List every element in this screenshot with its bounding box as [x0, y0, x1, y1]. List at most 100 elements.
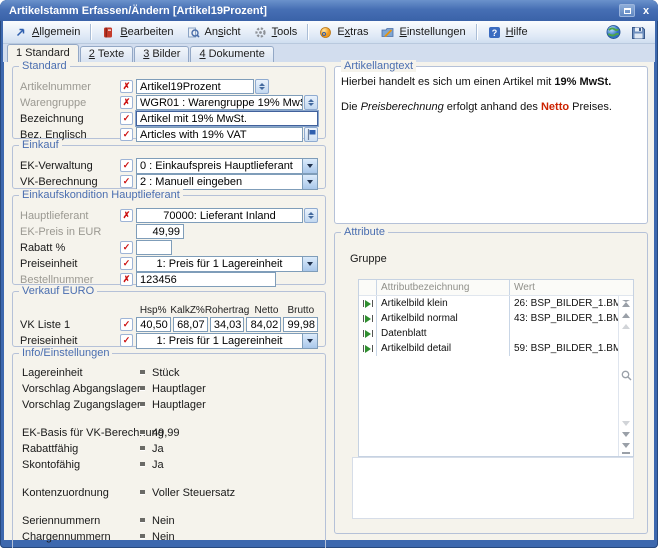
mandatory-x-icon[interactable] [120, 273, 133, 286]
vk-preiseinheit-dropdown[interactable]: 1: Preis für 1 Lagereinheit [136, 333, 318, 349]
bestellnummer-input[interactable]: 123456 [136, 272, 276, 287]
attributbezeichnung-header[interactable]: Attributbezeichnung [377, 280, 510, 295]
ek-verwaltung-dropdown[interactable]: 0 : Einkaufspreis Hauptlieferant [136, 158, 318, 174]
search-icon[interactable] [621, 370, 632, 381]
brutto-input[interactable]: 99,98 [283, 317, 318, 332]
lookup-spin-button[interactable] [304, 95, 318, 110]
vk-preiseinheit-label: Preiseinheit [20, 335, 120, 347]
bestellnummer-label: Bestellnummer [20, 274, 120, 286]
tab-texte[interactable]: 2 Texte [80, 46, 133, 62]
langtext-line2: Die Preisberechnung erfolgt anhand des N… [341, 100, 641, 115]
mandatory-x-icon[interactable] [120, 80, 133, 93]
mandatory-x-icon[interactable] [120, 96, 133, 109]
tools-gear-icon [253, 25, 268, 40]
kalkz-input[interactable]: 68,07 [173, 317, 208, 332]
group-standard: Standard Artikelnummer Artikel19Prozent … [12, 66, 326, 139]
attribute-row[interactable]: Datenblatt [359, 326, 633, 341]
ek-preis-input[interactable]: 49,99 [136, 224, 184, 239]
info-row: KontenzuordnungVoller Steuersatz [22, 486, 316, 499]
scroll-down-icon[interactable] [622, 432, 630, 441]
dropdown-button[interactable] [302, 159, 317, 173]
rohertrag-value: 34,03 [214, 319, 242, 331]
langtext-editor[interactable]: Hierbei handelt es sich um einen Artikel… [341, 73, 641, 115]
langtext-line1: Hierbei handelt es sich um einen Artikel… [341, 75, 641, 90]
info-gap [20, 414, 318, 426]
dropdown-button[interactable] [302, 257, 317, 271]
info-row: RabattfähigJa [22, 442, 316, 455]
bez-englisch-value: Articles with 19% VAT [140, 129, 247, 141]
vk-berechnung-dropdown[interactable]: 2 : Manuell eingeben [136, 174, 318, 190]
filled-check-icon[interactable] [120, 128, 133, 141]
dropdown-button[interactable] [302, 175, 317, 189]
save-icon[interactable] [631, 25, 646, 40]
bestellnummer-value: 123456 [140, 274, 177, 286]
bullet-icon [140, 430, 145, 435]
rabatt-input[interactable] [136, 240, 172, 255]
hsp-input[interactable]: 40,50 [136, 317, 171, 332]
menu-hilfe[interactable]: ? Hilfe [482, 23, 533, 42]
wert-header[interactable]: Wert [510, 280, 618, 295]
vk-header-kalkz: KalkZ% [170, 305, 204, 316]
filled-check-icon[interactable] [120, 112, 133, 125]
group-attribute: Attribute Gruppe Attributbezeichnung Wer… [334, 232, 648, 534]
scroll-up-icon[interactable] [622, 309, 630, 318]
warengruppe-label: Warengruppe [20, 97, 120, 109]
mandatory-x-icon[interactable] [120, 209, 133, 222]
bez-englisch-input[interactable]: Articles with 19% VAT [136, 127, 303, 142]
attribute-row[interactable]: Artikelbild klein 26: BSP_BILDER_1.BMP [359, 296, 633, 311]
filled-check-icon[interactable] [120, 257, 133, 270]
info-gap [20, 474, 318, 486]
vk-liste-label: VK Liste 1 [20, 319, 120, 331]
scroll-up-page-icon[interactable] [622, 320, 630, 329]
filled-check-icon[interactable] [120, 318, 133, 331]
tab-label: Standard [25, 47, 70, 59]
menu-label: Hilfe [506, 26, 528, 38]
info-row: ChargennummernNein [22, 530, 316, 543]
bullet-icon [140, 534, 145, 539]
filled-check-icon[interactable] [120, 175, 133, 188]
filled-check-icon[interactable] [120, 241, 133, 254]
dropdown-button[interactable] [302, 334, 317, 348]
tab-strip: 1 Standard 2 Texte 3 Bilder 4 Dokumente [3, 44, 655, 62]
bezeichnung-input[interactable]: Artikel mit 19% MwSt. [136, 111, 318, 126]
menu-extras[interactable]: Extras [313, 23, 373, 42]
menu-einstellungen[interactable]: Einstellungen [376, 23, 471, 42]
tab-dokumente[interactable]: 4 Dokumente [190, 46, 273, 62]
field-row: Hauptlieferant 70000: Lieferant Inland [20, 208, 318, 223]
lookup-spin-button[interactable] [255, 79, 269, 94]
menu-ansicht[interactable]: Ansicht [181, 23, 246, 42]
info-value: Hauptlager [152, 383, 206, 395]
preiseinheit-dropdown[interactable]: 1: Preis für 1 Lagereinheit [136, 256, 318, 272]
menu-bearbeiten[interactable]: Bearbeiten [96, 23, 178, 42]
netto-value: 84,02 [251, 319, 279, 331]
info-value: Hauptlager [152, 399, 206, 411]
hauptlieferant-input[interactable]: 70000: Lieferant Inland [136, 208, 303, 223]
attribute-detail-panel [352, 457, 634, 519]
table-scroll-strip[interactable] [618, 296, 633, 456]
arrow-ne-icon [13, 25, 28, 40]
filled-check-icon[interactable] [120, 334, 133, 347]
menu-label: Einstellungen [400, 26, 466, 38]
warengruppe-input[interactable]: WGR01 : Warengruppe 19% MwSt. Netto [136, 95, 303, 110]
netto-input[interactable]: 84,02 [246, 317, 281, 332]
attribute-wert [510, 326, 618, 341]
attribute-row[interactable]: Artikelbild normal 43: BSP_BILDER_1.BMP [359, 311, 633, 326]
artikelnummer-input[interactable]: Artikel19Prozent [136, 79, 254, 94]
restore-button[interactable] [619, 4, 635, 17]
close-button[interactable]: x [640, 5, 652, 17]
lookup-spin-button[interactable] [304, 208, 318, 223]
scroll-bottom-icon[interactable] [622, 443, 630, 452]
menu-allgemein[interactable]: Allgemein [8, 23, 85, 42]
tab-bilder[interactable]: 3 Bilder [134, 46, 189, 62]
globe-icon[interactable] [606, 25, 621, 40]
info-value: Ja [152, 443, 164, 455]
filled-check-icon[interactable] [120, 159, 133, 172]
attribute-row[interactable]: Artikelbild detail 59: BSP_BILDER_1.BMP [359, 341, 633, 356]
scroll-down-page-icon[interactable] [622, 421, 630, 430]
menu-tools[interactable]: Tools [248, 23, 303, 42]
rohertrag-input[interactable]: 34,03 [210, 317, 245, 332]
language-flag-button[interactable] [304, 127, 318, 142]
scroll-top-icon[interactable] [622, 300, 630, 307]
info-value: Nein [152, 515, 175, 527]
hauptlieferant-value: 70000: Lieferant Inland [163, 210, 276, 222]
